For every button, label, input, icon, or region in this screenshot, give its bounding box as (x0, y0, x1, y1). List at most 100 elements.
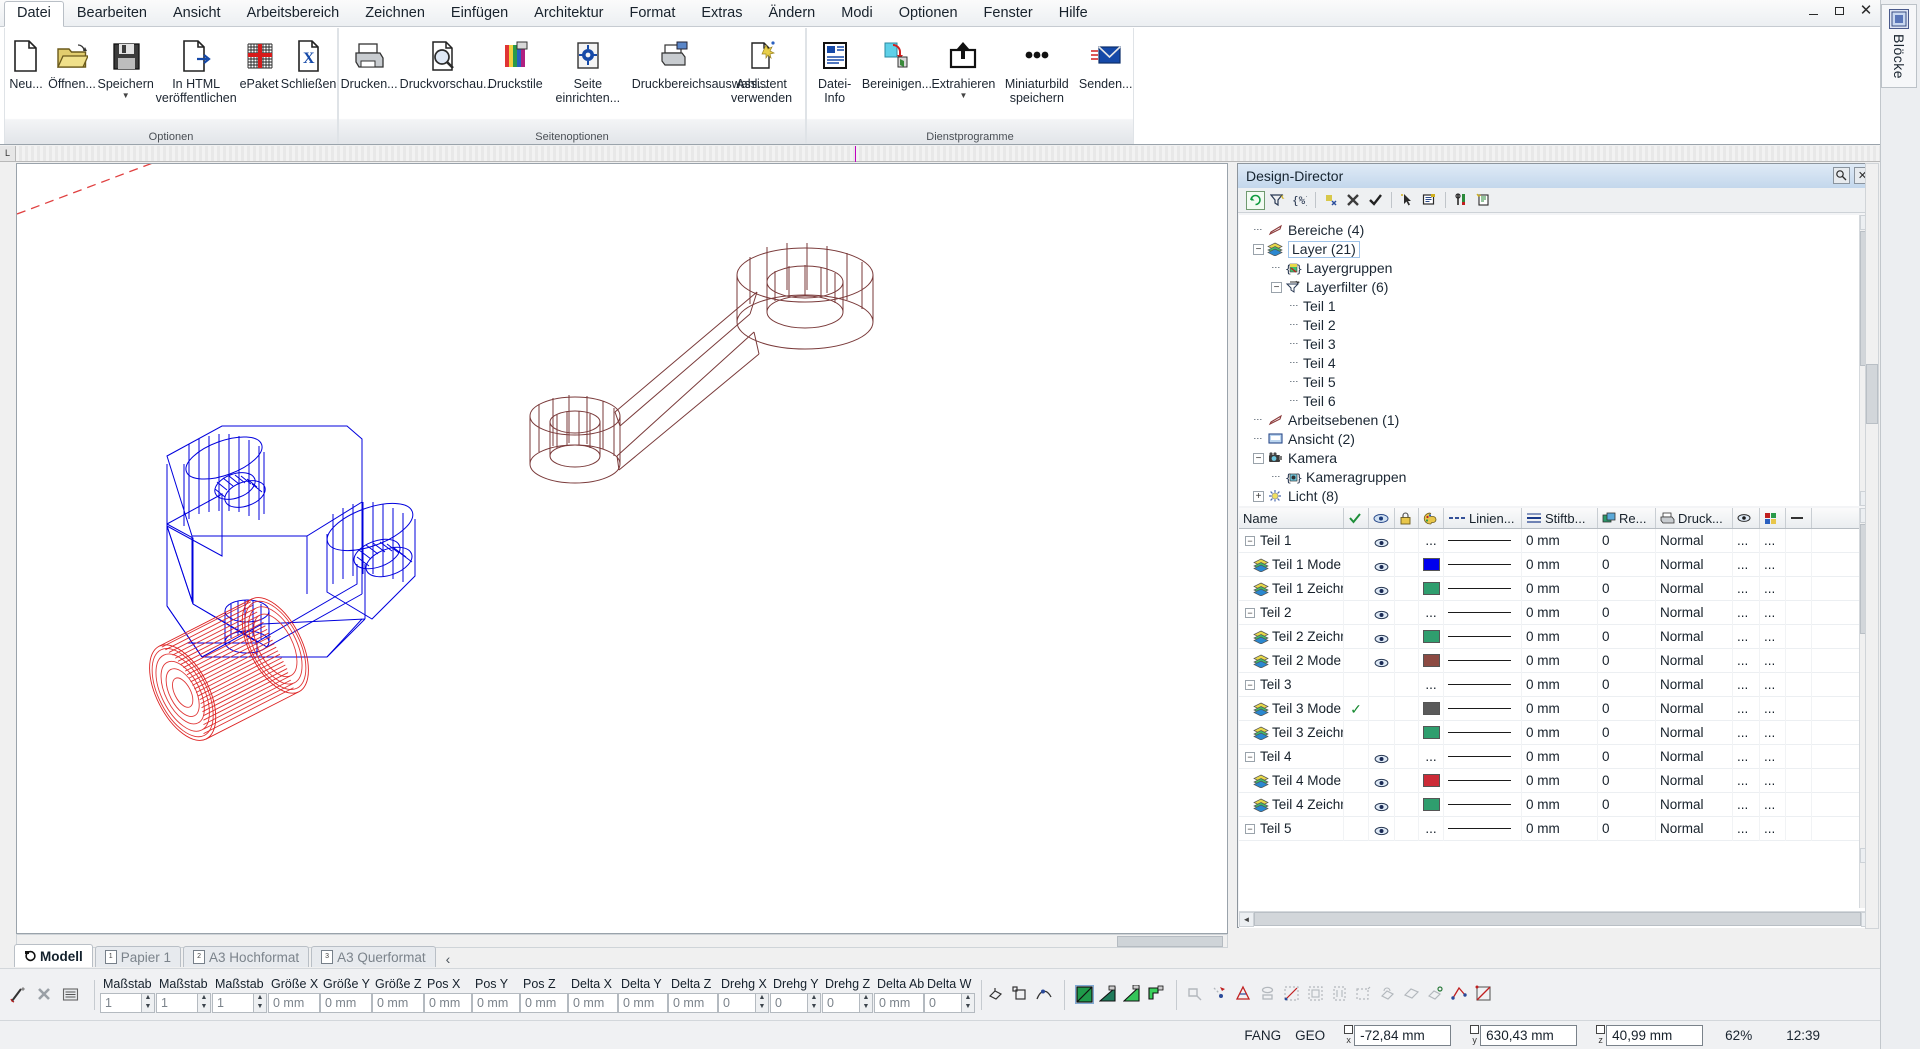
spinner-up-icon[interactable]: ▲ (962, 994, 974, 1003)
spinner-up-icon[interactable]: ▲ (254, 994, 266, 1003)
cell-extra-1[interactable]: ... (1733, 576, 1760, 601)
tree-item-layergruppen[interactable]: {} Layergruppen (1247, 259, 1876, 278)
spinner-down-icon[interactable]: ▼ (142, 1003, 154, 1012)
cell-extra-2[interactable]: ... (1760, 720, 1786, 745)
cell-linetype[interactable] (1444, 720, 1522, 745)
cell-printstyle[interactable]: Normal (1656, 552, 1733, 577)
cell-extra-1[interactable]: ... (1733, 816, 1760, 841)
property-input[interactable]: 0 (770, 993, 808, 1013)
spinner-up-icon[interactable]: ▲ (756, 994, 768, 1003)
expand-icon[interactable]: + (1253, 491, 1264, 502)
grid-column-header-dots-icon[interactable] (1786, 508, 1812, 528)
cell-printstyle[interactable]: Normal (1656, 768, 1733, 793)
cell-extra-3[interactable] (1786, 744, 1812, 769)
tool-11-icon[interactable] (1427, 985, 1446, 1004)
cell-render[interactable]: 0 (1598, 768, 1656, 793)
eye-icon[interactable] (1374, 800, 1389, 811)
cell-render[interactable]: 0 (1598, 816, 1656, 841)
dock-tab-bloecke[interactable]: Blöcke (1881, 4, 1917, 89)
cell-extra-1[interactable]: ... (1733, 552, 1760, 577)
spinner-up-icon[interactable]: ▲ (142, 994, 154, 1003)
ruler-horizontal[interactable] (16, 146, 1880, 162)
property-input[interactable]: 0 (822, 993, 860, 1013)
cell-penwidth[interactable]: 0 mm (1522, 816, 1598, 841)
cell-visibility[interactable] (1369, 672, 1395, 697)
cell-extra-3[interactable] (1786, 768, 1812, 793)
cell-active-check[interactable] (1344, 576, 1369, 601)
cell-render[interactable]: 0 (1598, 576, 1656, 601)
property-input[interactable]: 0 mm (618, 993, 668, 1013)
cell-visibility[interactable] (1369, 648, 1395, 673)
cell-color[interactable] (1419, 648, 1444, 673)
cell-linetype[interactable] (1444, 529, 1522, 553)
tree-item-layerfilter-6[interactable]: − Layerfilter (6) (1247, 278, 1876, 297)
cell-extra-3[interactable] (1786, 696, 1812, 721)
cell-lock[interactable] (1395, 816, 1419, 841)
cell-render[interactable]: 0 (1598, 720, 1656, 745)
tool-12-icon[interactable] (1451, 985, 1470, 1004)
ribbon-button-druckvorschau[interactable]: Druckvorschau... (399, 33, 493, 91)
cell-active-check[interactable] (1344, 600, 1369, 625)
snap-box-icon[interactable] (1011, 985, 1030, 1004)
cell-extra-2[interactable]: ... (1760, 816, 1786, 841)
cell-extra-1[interactable]: ... (1733, 672, 1760, 697)
grid-column-header-check-icon[interactable] (1344, 508, 1369, 528)
spinner-up-icon[interactable]: ▲ (860, 994, 872, 1003)
new-item-icon[interactable] (1322, 191, 1341, 210)
minimize-button[interactable] (1806, 4, 1822, 18)
cell-extra-2[interactable]: ... (1760, 696, 1786, 721)
ribbon-button-öffnen[interactable]: Öffnen... (47, 33, 97, 91)
table-row[interactable]: − Teil 3... 0 mm 0 Normal...... (1239, 672, 1876, 697)
grid-column-header-eye-icon[interactable] (1369, 508, 1395, 528)
cell-visibility[interactable] (1369, 529, 1395, 553)
collapse-icon[interactable]: − (1245, 823, 1255, 834)
cell-extra-3[interactable] (1786, 529, 1812, 553)
cell-printstyle[interactable]: Normal (1656, 696, 1733, 721)
cell-linetype[interactable] (1444, 576, 1522, 601)
spinner-control[interactable]: ▲ ▼ (756, 993, 769, 1013)
cell-extra-3[interactable] (1786, 648, 1812, 673)
cell-active-check[interactable] (1344, 529, 1369, 553)
tab-a3-hochformat[interactable]: 2 A3 Hochformat (183, 946, 310, 967)
cell-visibility[interactable] (1369, 624, 1395, 649)
cell-extra-2[interactable]: ... (1760, 600, 1786, 625)
cell-visibility[interactable] (1369, 816, 1395, 841)
cell-extra-1[interactable]: ... (1733, 529, 1760, 553)
eye-icon[interactable] (1374, 608, 1389, 619)
property-input[interactable]: 0 (924, 993, 962, 1013)
tool-9-icon[interactable] (1379, 985, 1398, 1004)
cell-color[interactable]: ... (1419, 529, 1444, 553)
cell-extra-1[interactable]: ... (1733, 624, 1760, 649)
tree-item-kamera[interactable]: − Kamera (1247, 449, 1876, 468)
pin-icon[interactable] (1833, 167, 1850, 184)
property-input[interactable]: 0 mm (372, 993, 424, 1013)
cell-extra-2[interactable]: ... (1760, 768, 1786, 793)
cell-penwidth[interactable]: 0 mm (1522, 600, 1598, 625)
tree-item-bereiche-4[interactable]: Bereiche (4) (1247, 221, 1876, 240)
cell-active-check[interactable] (1344, 768, 1369, 793)
cell-active-check[interactable] (1344, 672, 1369, 697)
coord-value[interactable]: 40,99 mm (1606, 1024, 1704, 1046)
tree-item-teil-5[interactable]: Teil 5 (1247, 373, 1876, 392)
ribbon-button-epaket[interactable]: ePaket (238, 33, 280, 91)
cell-linetype[interactable] (1444, 696, 1522, 721)
collapse-icon[interactable]: − (1245, 535, 1255, 546)
main-scrollbar-thumb[interactable] (1866, 364, 1878, 424)
cell-render[interactable]: 0 (1598, 624, 1656, 649)
property-input[interactable]: 1 (156, 993, 198, 1013)
eye-icon[interactable] (1374, 776, 1389, 787)
menu-item--ndern[interactable]: Ändern (755, 1, 828, 26)
cell-extra-3[interactable] (1786, 576, 1812, 601)
property-input[interactable]: 0 (718, 993, 756, 1013)
cell-render[interactable]: 0 (1598, 792, 1656, 817)
cell-color[interactable]: ... (1419, 600, 1444, 625)
spinner-control[interactable]: ▲ ▼ (808, 993, 821, 1013)
ribbon-button-bereinigen[interactable]: Bereinigen... (862, 33, 932, 91)
spinner-down-icon[interactable]: ▼ (254, 1003, 266, 1012)
spinner-control[interactable]: ▲ ▼ (962, 993, 975, 1013)
render-mode-1-icon[interactable] (1075, 985, 1094, 1004)
render-mode-2-icon[interactable] (1098, 985, 1118, 1004)
cell-penwidth[interactable]: 0 mm (1522, 720, 1598, 745)
cell-color[interactable] (1419, 696, 1444, 721)
cell-visibility[interactable] (1369, 576, 1395, 601)
